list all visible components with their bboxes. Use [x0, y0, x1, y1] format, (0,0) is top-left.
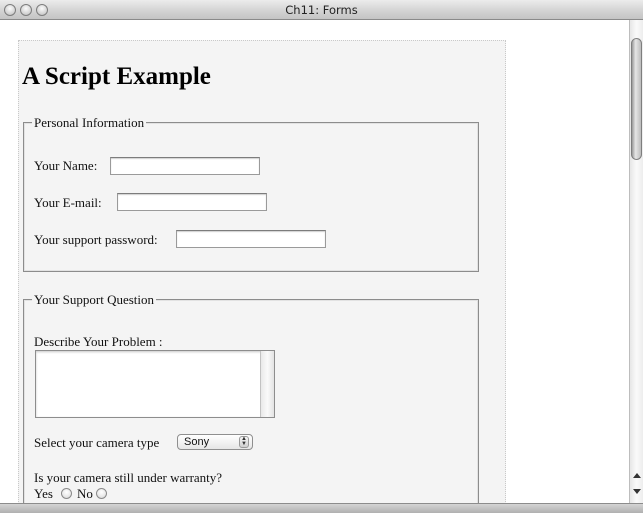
- camera-type-selected-value: Sony: [184, 436, 210, 448]
- page-vertical-scrollbar[interactable]: [629, 20, 643, 503]
- describe-problem-label: Describe Your Problem :: [34, 334, 163, 349]
- scroll-down-arrow-icon[interactable]: [633, 489, 641, 494]
- scrollbar-thumb[interactable]: [631, 38, 642, 160]
- warranty-yes-radio[interactable]: [61, 488, 72, 499]
- window-title: Ch11: Forms: [285, 3, 358, 17]
- warranty-yes-label: Yes: [34, 486, 53, 501]
- textarea-scrollbar[interactable]: [260, 351, 274, 417]
- support-password-input[interactable]: [176, 230, 326, 248]
- page-title: A Script Example: [22, 63, 211, 90]
- camera-type-label: Select your camera type: [34, 435, 160, 450]
- your-email-input[interactable]: [117, 193, 267, 211]
- your-name-input[interactable]: [110, 157, 260, 175]
- select-arrows-icon: ▲ ▼: [239, 436, 249, 448]
- warranty-question-label: Is your camera still under warranty?: [34, 470, 223, 485]
- your-email-label: Your E-mail:: [34, 195, 102, 210]
- camera-type-select[interactable]: Sony ▲ ▼: [177, 434, 253, 450]
- support-password-label: Your support password:: [34, 232, 158, 247]
- scroll-up-arrow-icon[interactable]: [633, 473, 641, 478]
- support-question-legend: Your Support Question: [32, 292, 157, 307]
- support-question-fieldset: Your Support Question Describe Your Prob…: [23, 292, 479, 503]
- warranty-no-label: No: [77, 486, 93, 501]
- browser-viewport: A Script Example Personal Information Yo…: [0, 20, 629, 503]
- personal-information-fieldset: Personal Information Your Name: Your E-m…: [23, 115, 479, 272]
- window-bottom-bar: [0, 503, 643, 513]
- your-name-label: Your Name:: [34, 158, 98, 173]
- page-container: A Script Example Personal Information Yo…: [18, 40, 506, 503]
- personal-information-legend: Personal Information: [32, 115, 147, 130]
- warranty-no-radio[interactable]: [96, 488, 107, 499]
- window-titlebar[interactable]: Ch11: Forms: [0, 0, 643, 20]
- describe-problem-textarea[interactable]: [35, 350, 275, 418]
